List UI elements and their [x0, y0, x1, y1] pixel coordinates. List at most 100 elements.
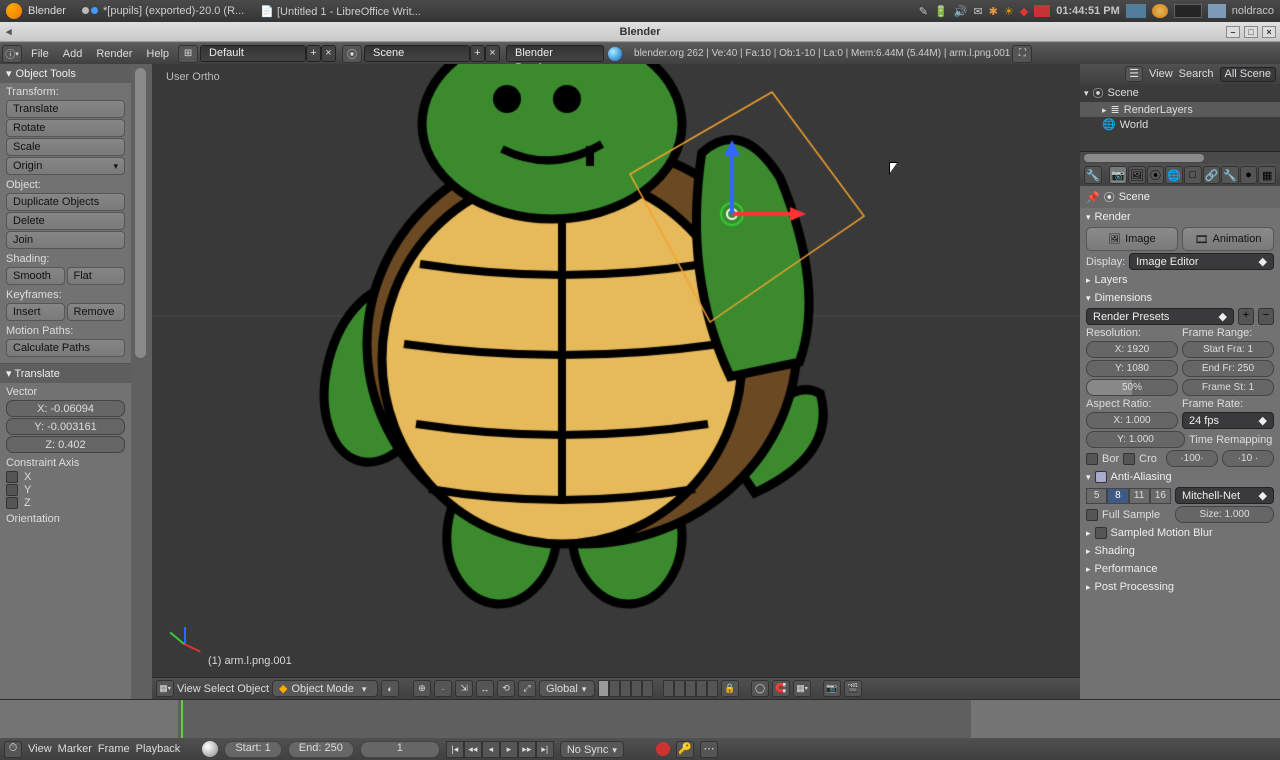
flat-button[interactable]: Flat — [67, 267, 126, 285]
add-layout-button[interactable]: + — [306, 45, 321, 62]
proportional-edit-icon[interactable]: ◯ — [751, 680, 769, 697]
snap-type-icon[interactable]: ▦▾ — [793, 680, 811, 697]
minimize-button[interactable]: – — [1226, 26, 1240, 38]
editor-type-icon[interactable]: 🔧 — [1084, 166, 1102, 184]
menu-select[interactable]: Select — [204, 683, 235, 695]
screen-layout-field[interactable]: Default — [200, 45, 306, 62]
render-image-button[interactable]: Image — [1086, 227, 1178, 251]
rotate-button[interactable]: Rotate — [6, 119, 125, 137]
panel-antialiasing[interactable]: Anti-Aliasing — [1080, 468, 1280, 486]
constraint-x-checkbox[interactable]: X — [6, 471, 125, 483]
tray-icon[interactable] — [1174, 4, 1202, 18]
manipulator-toggle-icon[interactable]: ⇲ — [455, 680, 473, 697]
crop-checkbox[interactable] — [1123, 453, 1135, 465]
smooth-button[interactable]: Smooth — [6, 267, 65, 285]
area-options-icon[interactable]: ⛶ — [1012, 45, 1032, 63]
tab-object[interactable]: □ — [1184, 166, 1202, 184]
mail-icon[interactable]: ✉ — [973, 5, 982, 18]
vector-x-field[interactable]: X: -0.06094 — [6, 400, 125, 417]
menu-frame[interactable]: Frame — [98, 743, 130, 755]
3d-viewport[interactable]: User Ortho (1) arm.l.png.001 ▦▾ View Sel… — [152, 64, 1080, 699]
tray-icon[interactable] — [1126, 4, 1146, 18]
tray-icon[interactable] — [1034, 5, 1050, 17]
menu-view[interactable]: View — [28, 743, 52, 755]
lock-camera-icon[interactable]: 🔒 — [721, 680, 739, 697]
constraint-y-checkbox[interactable]: Y — [6, 484, 125, 496]
panel-post-processing[interactable]: Post Processing — [1080, 578, 1280, 596]
tab-render[interactable]: 📷 — [1109, 166, 1127, 184]
join-button[interactable]: Join — [6, 231, 125, 249]
play-icon[interactable]: ▸ — [500, 741, 518, 758]
pivot-icon[interactable]: ⊕ — [413, 680, 431, 697]
menu-view[interactable]: View — [177, 683, 201, 695]
panel-performance[interactable]: Performance — [1080, 560, 1280, 578]
toolshelf-scrollbar[interactable] — [131, 64, 152, 699]
menu-search[interactable]: Search — [1179, 68, 1214, 80]
outliner[interactable]: ▾⦿ Scene ≣ RenderLayers 🌐 World — [1080, 84, 1280, 152]
outliner-item-renderlayers[interactable]: RenderLayers — [1124, 104, 1193, 116]
end-frame-field[interactable]: End: 250 — [288, 741, 354, 758]
remove-keyframe-button[interactable]: Remove — [67, 303, 126, 321]
close-button[interactable]: × — [1262, 26, 1276, 38]
delete-scene-button[interactable]: × — [485, 45, 500, 62]
back-to-previous-icon[interactable]: ⊞ — [178, 45, 198, 63]
tab-constraints[interactable]: 🔗 — [1203, 166, 1221, 184]
fullsample-checkbox[interactable] — [1086, 509, 1098, 521]
mblur-checkbox[interactable] — [1095, 527, 1107, 539]
taskbar-item[interactable]: *[pupils] (exported)-20.0 (R... — [82, 5, 244, 17]
menu-render[interactable]: Render — [89, 48, 139, 60]
origin-dropdown[interactable]: Origin — [6, 157, 125, 175]
shading-mode-icon[interactable]: ◐ — [381, 680, 399, 697]
menu-add[interactable]: Add — [56, 48, 90, 60]
taskbar-item[interactable]: 📄 [Untitled 1 - LibreOffice Writ... — [260, 5, 421, 18]
manipulator-rotate-icon[interactable]: ⟲ — [497, 680, 515, 697]
aa-filter-dropdown[interactable]: Mitchell-Net◆ — [1175, 487, 1274, 504]
vector-y-field[interactable]: Y: -0.003161 — [6, 418, 125, 435]
timeremap-new-field[interactable]: ·10 · — [1222, 450, 1274, 467]
tray-icon[interactable] — [1208, 4, 1226, 18]
panel-shading[interactable]: Shading — [1080, 542, 1280, 560]
res-y-field[interactable]: Y: 1080 — [1086, 360, 1178, 377]
calculate-paths-button[interactable]: Calculate Paths — [6, 339, 125, 357]
menu-object[interactable]: Object — [237, 683, 269, 695]
username[interactable]: noldraco — [1232, 5, 1274, 17]
tab-scene[interactable]: ⦿ — [1147, 166, 1165, 184]
outliner-item-world[interactable]: World — [1120, 119, 1149, 131]
jump-end-icon[interactable]: ▸| — [536, 741, 554, 758]
frame-step-field[interactable]: Frame St: 1 — [1182, 379, 1274, 396]
aa-samples-buttons[interactable]: 581116 — [1086, 488, 1171, 504]
tab-layers[interactable]: 🖼 — [1128, 166, 1146, 184]
tab-world[interactable]: 🌐 — [1165, 166, 1183, 184]
orientation-dropdown[interactable]: Global — [539, 680, 595, 697]
outliner-filter-dropdown[interactable]: All Scene — [1220, 67, 1276, 82]
tray-icon[interactable]: ✎ — [919, 5, 928, 18]
editor-type-icon[interactable]: ☰ — [1125, 66, 1143, 82]
res-percent-field[interactable]: 50% — [1086, 379, 1178, 396]
duplicate-button[interactable]: Duplicate Objects — [6, 193, 125, 211]
vector-z-field[interactable]: Z: 0.402 — [6, 436, 125, 453]
aspect-y-field[interactable]: Y: 1.000 — [1086, 431, 1185, 448]
panel-dimensions[interactable]: Dimensions — [1080, 289, 1280, 307]
mode-dropdown[interactable]: ◆Object Mode — [272, 680, 378, 697]
editor-type-icon[interactable]: ⓘ▾ — [2, 45, 22, 63]
render-animation-button[interactable]: 🎞 Animation — [1182, 227, 1274, 251]
play-reverse-icon[interactable]: ◂ — [482, 741, 500, 758]
opengl-anim-icon[interactable]: 🎬 — [844, 680, 862, 697]
tools-panel-header[interactable]: ▾Object Tools — [0, 64, 131, 83]
start-frame-field[interactable]: Start: 1 — [224, 741, 281, 758]
outliner-item-scene[interactable]: Scene — [1108, 87, 1139, 99]
menu-view[interactable]: View — [1149, 68, 1173, 80]
manipulator-translate-icon[interactable]: ↔ — [476, 680, 494, 697]
jump-start-icon[interactable]: |◂ — [446, 741, 464, 758]
outliner-hscroll[interactable] — [1080, 152, 1280, 164]
translate-button[interactable]: Translate — [6, 100, 125, 118]
aa-checkbox[interactable] — [1095, 471, 1107, 483]
start-frame-field[interactable]: Start Fra: 1 — [1182, 341, 1274, 358]
tray-icon[interactable]: ☀ — [1004, 5, 1014, 18]
delete-layout-button[interactable]: × — [321, 45, 336, 62]
tray-icon[interactable] — [1152, 4, 1168, 18]
add-scene-button[interactable]: + — [470, 45, 485, 62]
panel-layers[interactable]: Layers — [1080, 271, 1280, 289]
render-engine-dropdown[interactable]: Blender Render — [506, 45, 604, 62]
current-frame-field[interactable]: 1 — [360, 741, 440, 758]
